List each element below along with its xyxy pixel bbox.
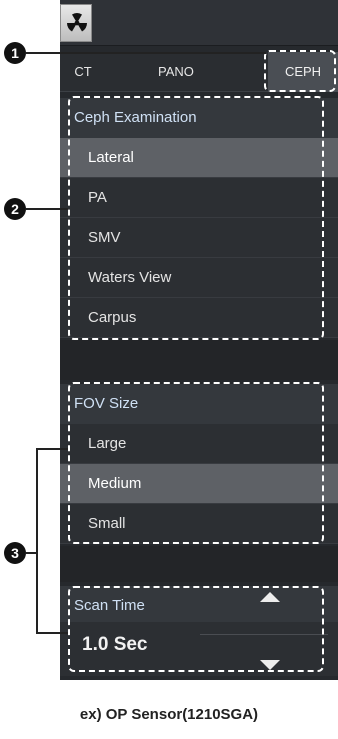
callout-3-line-top <box>36 448 68 450</box>
radiation-symbol <box>67 13 87 32</box>
callout-3-line-vertical <box>36 448 38 634</box>
callout-3-badge: 3 <box>4 542 26 564</box>
ceph-exam-highlight <box>68 96 324 340</box>
fov-size-highlight <box>68 382 324 544</box>
tab-ct[interactable]: CT <box>68 52 98 92</box>
callout-2-line <box>26 208 68 210</box>
top-bar <box>60 0 338 46</box>
callout-1-line <box>26 52 266 54</box>
ceph-tab-highlight <box>264 50 336 92</box>
section-gap <box>60 340 338 380</box>
callout-1-badge: 1 <box>4 42 26 64</box>
callout-3-line-connector <box>26 552 38 554</box>
caption: ex) OP Sensor(1210SGA) <box>79 706 259 723</box>
tab-pano[interactable]: PANO <box>146 52 206 92</box>
section-gap <box>60 546 338 582</box>
scan-time-highlight <box>68 586 324 672</box>
radiation-icon[interactable] <box>60 4 92 42</box>
callout-2-badge: 2 <box>4 198 26 220</box>
callout-3-line-bottom <box>36 632 68 634</box>
